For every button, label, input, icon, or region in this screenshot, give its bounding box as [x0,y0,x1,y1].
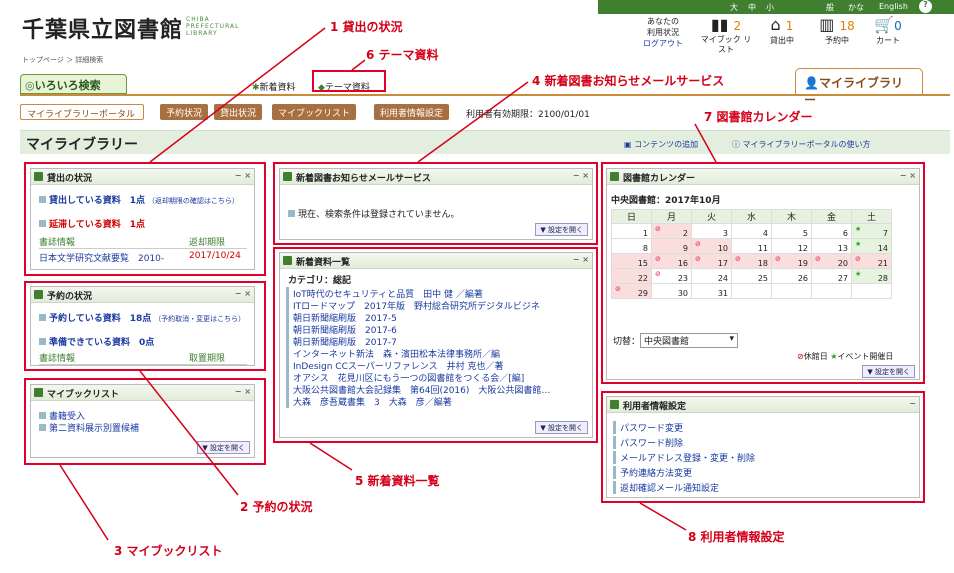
annotation-lines [59,27,717,541]
annotation-4: 4 新着図書お知らせメールサービス [532,74,725,88]
annotation-5: 5 新着資料一覧 [355,474,440,488]
annotation-7: 7 図書館カレンダー [704,110,813,124]
annotation-3: 3 マイブックリスト [114,544,223,558]
annotation-6: 6 テーマ資料 [366,48,439,62]
annotation-1: 1 貸出の状況 [330,20,403,34]
annotation-2: 2 予約の状況 [240,500,313,514]
annotation-8: 8 利用者情報設定 [688,530,785,544]
